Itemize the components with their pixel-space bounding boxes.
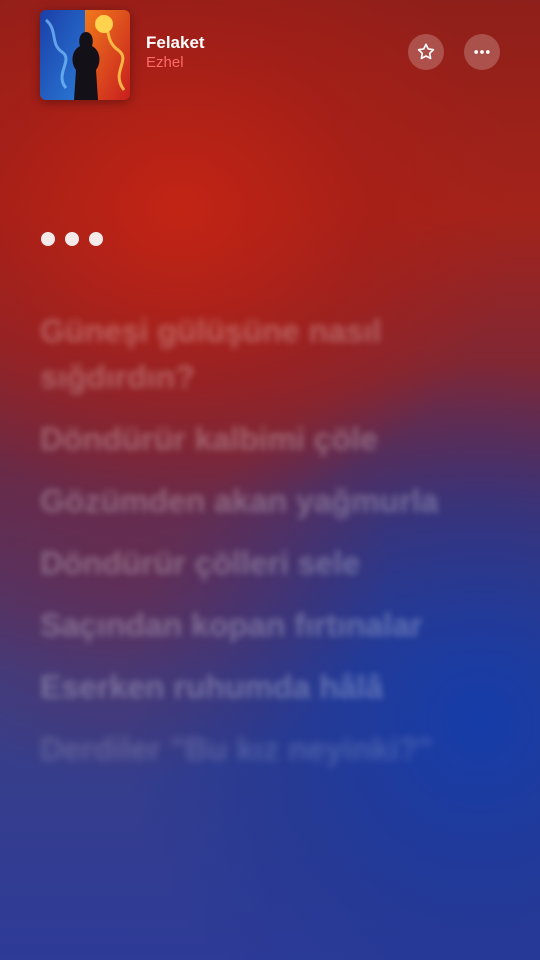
indicator-dot (65, 232, 79, 246)
album-cover[interactable] (40, 10, 130, 100)
favorite-button[interactable] (408, 34, 444, 70)
lyric-line[interactable]: Döndürür çölleri sele (40, 540, 496, 586)
header-actions (408, 34, 500, 70)
track-info[interactable]: Felaket Ezhel (146, 33, 205, 73)
ellipsis-icon (474, 50, 490, 54)
lyric-line[interactable]: Saçından kopan fırtınalar (40, 602, 496, 648)
star-icon (417, 43, 435, 60)
lyric-line[interactable]: Gözümden akan yağmurla (40, 478, 496, 524)
more-button[interactable] (464, 34, 500, 70)
instrumental-break-indicator (41, 232, 103, 246)
lyrics-list: Güneşi gülüşüne nasıl sığdırdın? Döndürü… (40, 308, 496, 788)
lyric-line[interactable]: Eserken ruhumda hâlâ (40, 664, 496, 710)
now-playing-header: Felaket Ezhel (40, 10, 500, 100)
indicator-dot (89, 232, 103, 246)
indicator-dot (41, 232, 55, 246)
lyric-line[interactable]: Derdiler "Bu kız neyinki?" (40, 726, 496, 772)
lyric-line[interactable]: Döndürür kalbimi çöle (40, 416, 496, 462)
track-artist[interactable]: Ezhel (146, 53, 205, 73)
album-art-image (40, 10, 130, 100)
track-title: Felaket (146, 33, 205, 52)
lyric-line[interactable]: Güneşi gülüşüne nasıl sığdırdın? (40, 308, 496, 400)
